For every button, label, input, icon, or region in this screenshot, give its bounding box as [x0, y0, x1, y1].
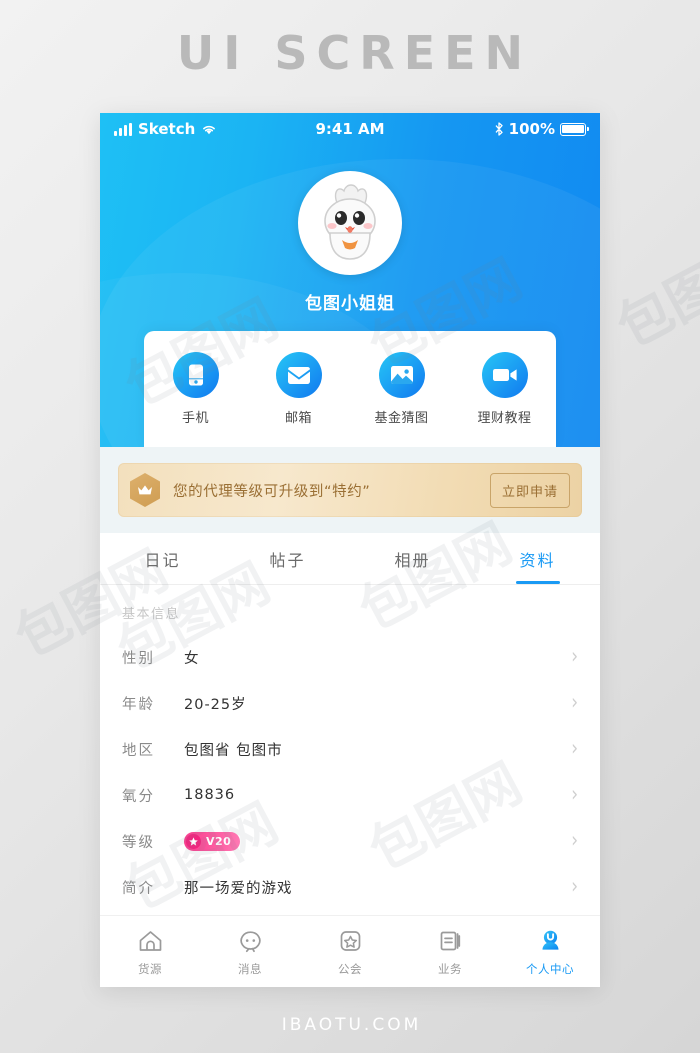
person-icon	[500, 927, 600, 955]
nav-item-guild[interactable]: 公会	[300, 927, 400, 977]
chevron-right-icon: ›	[571, 827, 578, 853]
star-square-icon	[300, 927, 400, 955]
info-row-level[interactable]: 等级 V20 ›	[122, 818, 578, 864]
tab-posts[interactable]: 帖子	[225, 533, 350, 584]
image-icon	[390, 366, 413, 385]
info-value-badge: V20	[184, 831, 571, 851]
battery-icon	[560, 122, 590, 136]
video-camera-icon	[492, 369, 517, 381]
clock: 9:41 AM	[315, 120, 385, 138]
quick-action-label: 手机	[181, 411, 209, 426]
nav-label: 公会	[338, 961, 362, 976]
profile-block: 包图小姐姐	[100, 145, 600, 314]
star-glyph-icon	[189, 836, 198, 846]
info-value: 包图省 包图市	[184, 742, 283, 759]
info-label: 地区	[122, 742, 155, 759]
status-bar-right: 100%	[385, 120, 590, 138]
carrier-label: Sketch	[138, 120, 196, 138]
chevron-right-icon: ›	[571, 643, 578, 669]
chevron-right-icon: ›	[571, 873, 578, 899]
signal-bars-icon	[114, 122, 132, 136]
profile-tabs: 日记 帖子 相册 资料	[100, 533, 600, 585]
wifi-icon	[203, 125, 216, 135]
username: 包图小姐姐	[305, 294, 395, 314]
info-label: 等级	[122, 834, 155, 851]
bluetooth-icon	[495, 122, 503, 136]
info-value: 女	[184, 650, 200, 667]
nav-label: 货源	[138, 961, 162, 976]
chevron-right-icon: ›	[571, 689, 578, 715]
star-icon	[186, 833, 201, 849]
nav-label: 业务	[438, 961, 462, 976]
info-label: 氧分	[122, 788, 155, 805]
info-value: 18836	[184, 787, 236, 803]
info-label: 年龄	[122, 696, 155, 713]
chevron-right-icon: ›	[571, 735, 578, 761]
nav-item-supply[interactable]: 货源	[100, 927, 200, 977]
level-badge: V20	[184, 831, 241, 851]
envelope-icon-circle	[275, 352, 322, 398]
phone-screen: Sketch 9:41 AM 100% 包图小姐姐 手机 邮箱 基金猜图 理财教…	[100, 113, 600, 987]
envelope-icon	[287, 366, 310, 384]
avatar[interactable]	[298, 171, 402, 275]
page-title: UI SCREEN	[176, 26, 533, 80]
info-row-age[interactable]: 年龄 20-25岁 ›	[122, 680, 578, 726]
nav-label: 消息	[238, 961, 262, 976]
message-icon	[200, 927, 300, 955]
status-bar: Sketch 9:41 AM 100%	[100, 113, 600, 145]
info-label: 性别	[122, 650, 155, 667]
quick-action-email[interactable]: 邮箱	[247, 352, 350, 426]
upgrade-banner-wrap: 您的代理等级可升级到“特约” 立即申请	[100, 447, 600, 533]
home-icon	[100, 927, 200, 955]
quick-action-label: 基金猜图	[374, 411, 429, 426]
phone-icon	[188, 364, 203, 386]
tab-diary[interactable]: 日记	[100, 533, 225, 584]
video-camera-icon-circle	[481, 352, 528, 398]
battery-percent-label: 100%	[508, 120, 556, 138]
basic-info-section: 基本信息 性别 女 › 年龄 20-25岁 › 地区 包图省 包图市 › 氧分 …	[100, 585, 600, 910]
apply-now-button[interactable]: 立即申请	[489, 472, 570, 508]
nav-item-profile[interactable]: 个人中心	[500, 927, 600, 977]
quick-actions-card: 手机 邮箱 基金猜图 理财教程	[144, 331, 556, 447]
status-bar-left: Sketch	[114, 120, 315, 138]
quick-action-fund-image[interactable]: 基金猜图	[350, 352, 453, 426]
info-value: 20-25岁	[184, 696, 247, 713]
tab-profile-info[interactable]: 资料	[475, 533, 600, 584]
list-book-icon	[400, 927, 500, 955]
upgrade-banner: 您的代理等级可升级到“特约” 立即申请	[118, 463, 582, 517]
chevron-right-icon: ›	[571, 781, 578, 807]
site-footer: IBAOTU.COM	[281, 1015, 422, 1035]
crown-hex-badge-icon	[130, 473, 160, 507]
crown-icon	[138, 485, 152, 495]
info-row-region[interactable]: 地区 包图省 包图市 ›	[122, 726, 578, 772]
tab-album[interactable]: 相册	[350, 533, 475, 584]
cartoon-bunny-avatar-icon	[324, 184, 376, 260]
phone-icon-circle	[172, 352, 219, 398]
info-label: 简介	[122, 880, 155, 897]
upgrade-banner-text: 您的代理等级可升级到“特约”	[173, 483, 371, 500]
watermark: 包图网	[607, 228, 700, 360]
level-badge-label: V20	[206, 834, 232, 848]
info-row-gender[interactable]: 性别 女 ›	[122, 634, 578, 680]
nav-item-messages[interactable]: 消息	[200, 927, 300, 977]
quick-action-tutorial[interactable]: 理财教程	[453, 352, 556, 426]
bottom-navigation: 货源 消息 公会 业务 个人中心	[100, 915, 600, 987]
nav-item-business[interactable]: 业务	[400, 927, 500, 977]
profile-header: Sketch 9:41 AM 100% 包图小姐姐 手机 邮箱 基金猜图 理财教…	[100, 113, 600, 447]
section-title: 基本信息	[122, 607, 181, 622]
quick-action-label: 理财教程	[477, 411, 532, 426]
info-row-bio[interactable]: 简介 那一场爱的游戏 ›	[122, 864, 578, 910]
image-icon-circle	[378, 352, 425, 398]
info-row-points[interactable]: 氧分 18836 ›	[122, 772, 578, 818]
quick-action-phone[interactable]: 手机	[144, 352, 247, 426]
info-value: 那一场爱的游戏	[184, 880, 293, 897]
quick-action-label: 邮箱	[284, 411, 312, 426]
nav-label: 个人中心	[526, 961, 574, 976]
